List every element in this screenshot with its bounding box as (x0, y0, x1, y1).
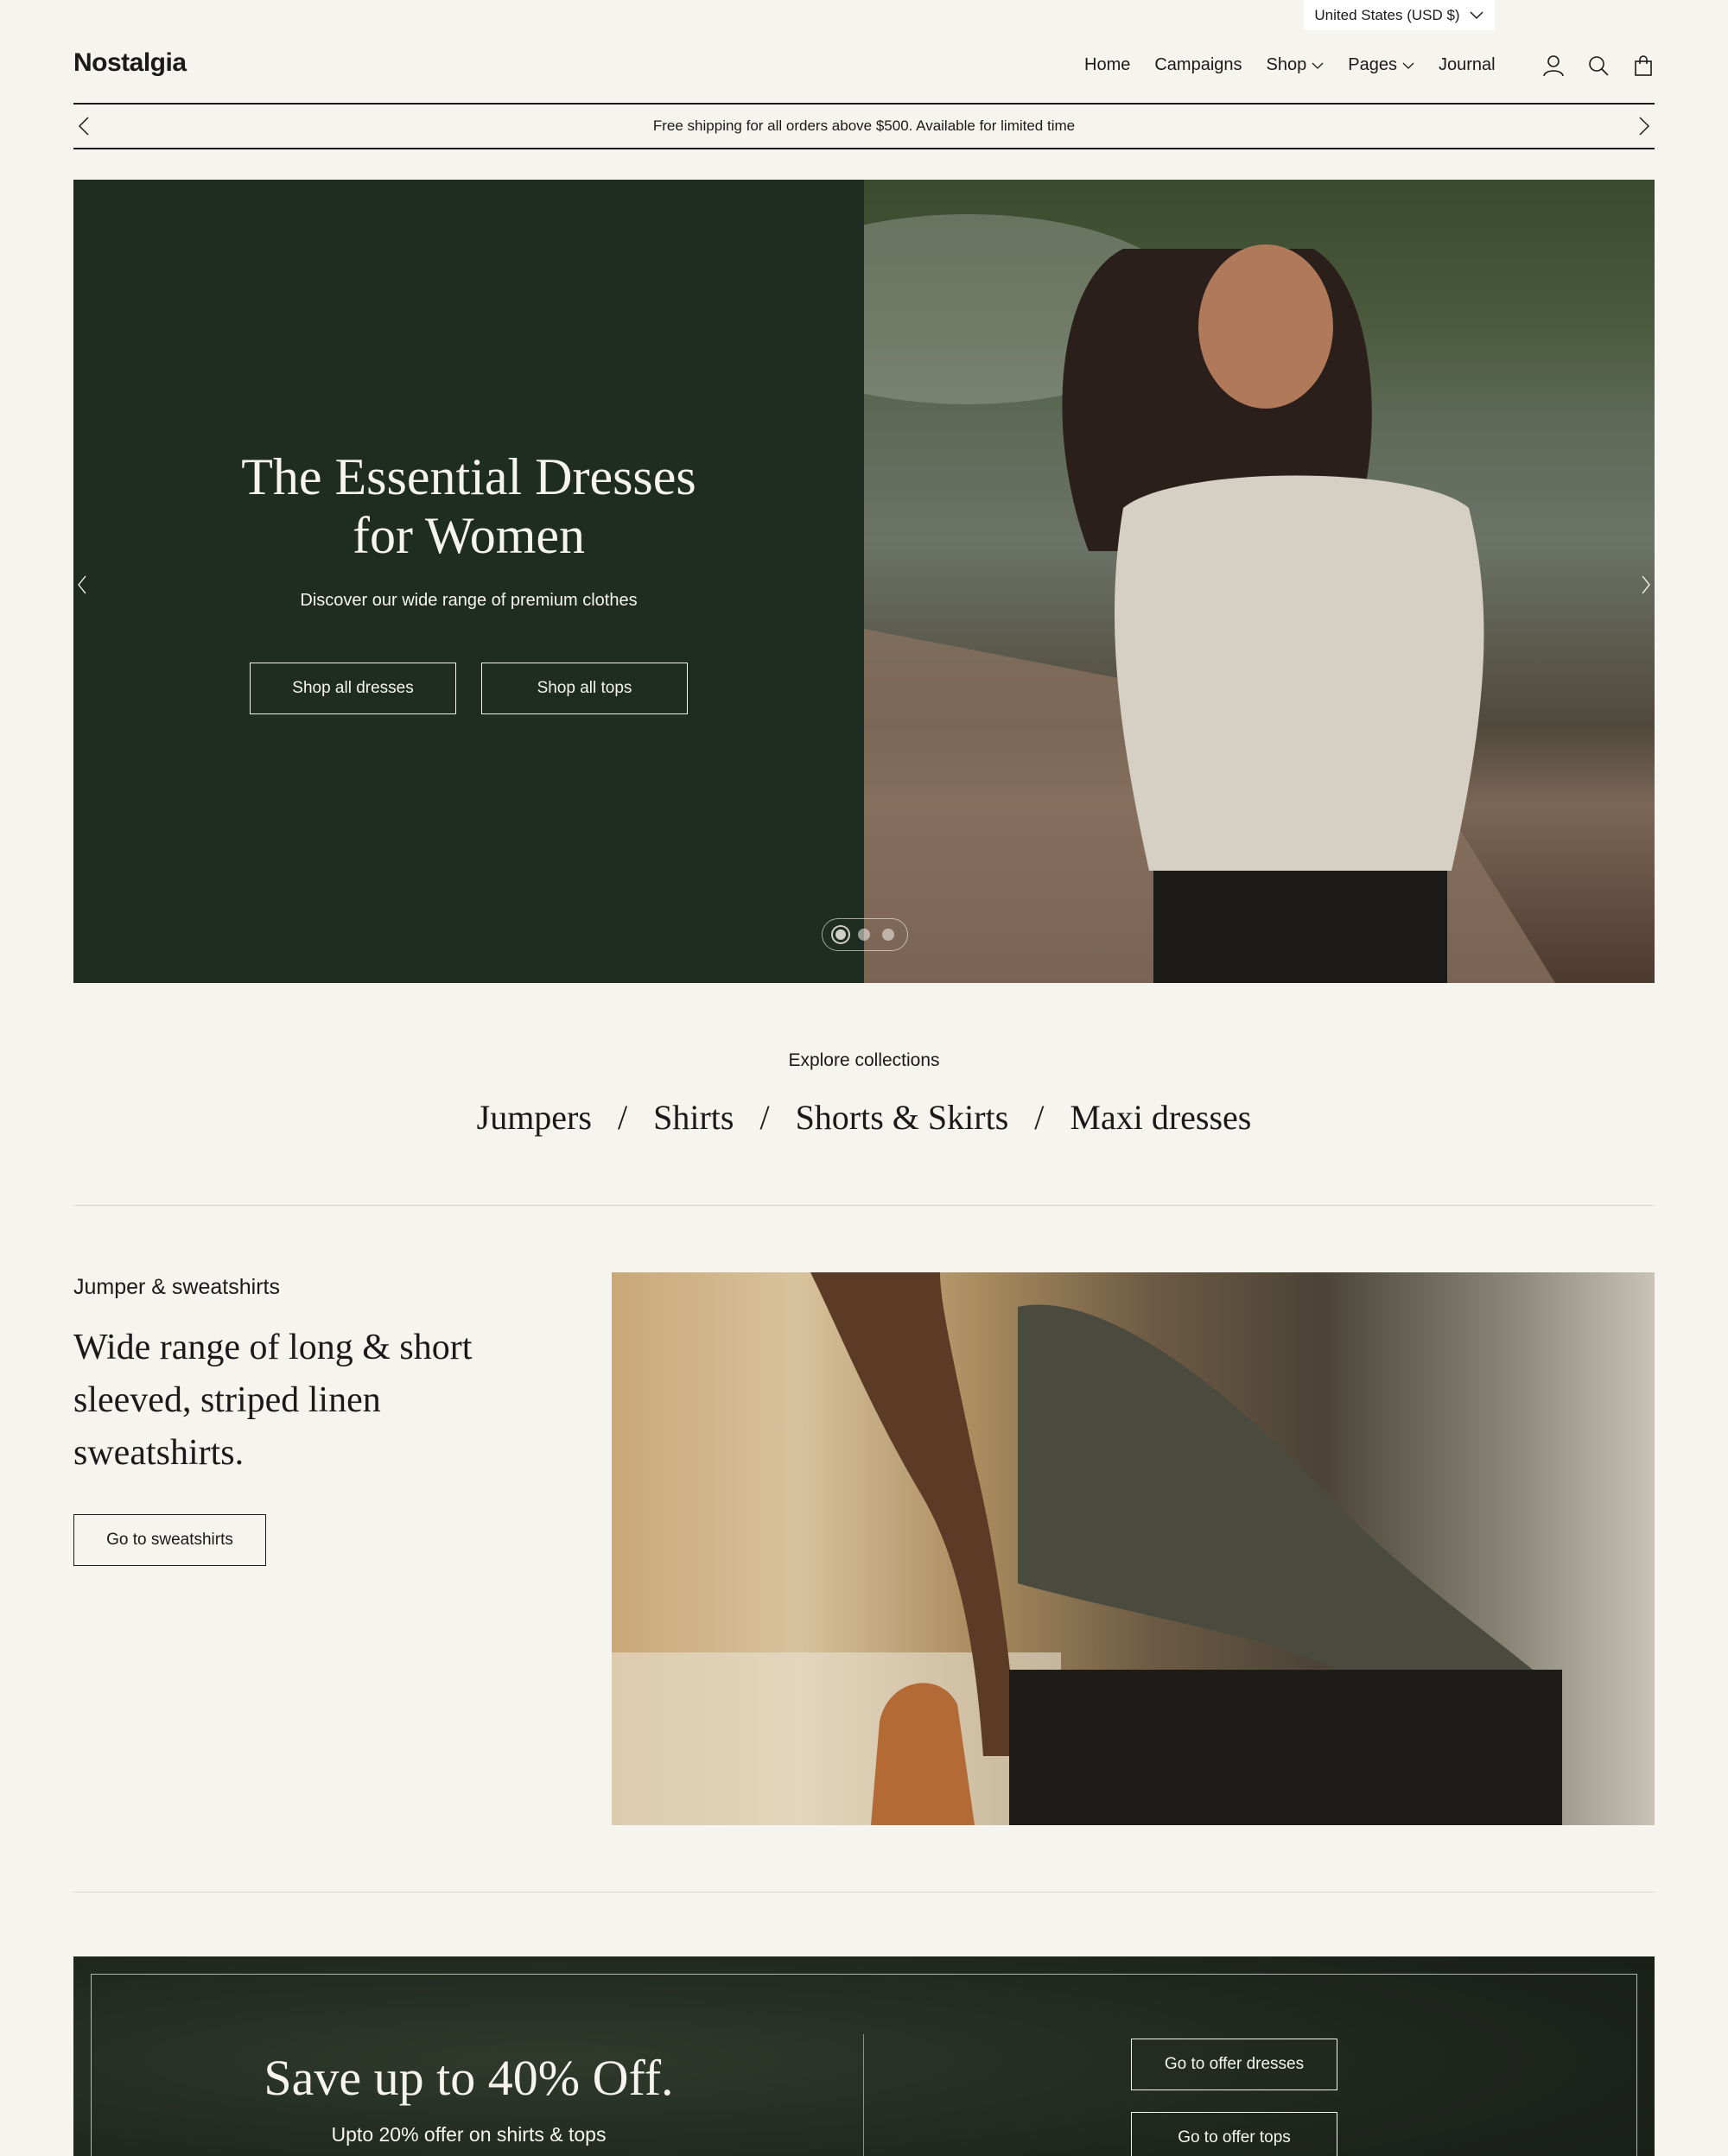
go-to-offer-tops-button[interactable]: Go to offer tops (1131, 2112, 1337, 2156)
nav-shop-label: Shop (1266, 55, 1307, 74)
nav-pages[interactable]: Pages (1348, 55, 1414, 75)
hero-buttons: Shop all dresses Shop all tops (250, 663, 688, 714)
hero-dot-1[interactable] (835, 929, 846, 940)
chevron-down-icon (1312, 55, 1324, 75)
collection-separator: / (617, 1098, 628, 1137)
search-icon[interactable] (1586, 54, 1610, 78)
nav-journal-label: Journal (1438, 55, 1496, 74)
hero-photo-woman-sweatshirt (864, 214, 1555, 983)
currency-label: United States (USD $) (1314, 6, 1460, 23)
hero-title-line2: for Women (352, 507, 585, 564)
hero-next-arrow-icon[interactable] (1637, 572, 1655, 598)
nav-pages-label: Pages (1348, 55, 1397, 74)
hero-title: The Essential Dresses for Women (241, 447, 696, 565)
offer-subtitle: Upto 20% offer on shirts & tops (331, 2123, 607, 2146)
chevron-down-icon (1402, 55, 1414, 75)
main-nav: Home Campaigns Shop Pages Journal (1084, 55, 1496, 75)
nav-journal[interactable]: Journal (1439, 55, 1496, 75)
collection-shorts-skirts[interactable]: Shorts & Skirts (796, 1097, 1009, 1138)
site-logo[interactable]: Nostalgia (73, 48, 187, 78)
nav-shop[interactable]: Shop (1267, 55, 1325, 75)
collection-shirts[interactable]: Shirts (653, 1097, 734, 1138)
cart-icon[interactable] (1631, 54, 1655, 78)
feature-kicker: Jumper & sweatshirts (73, 1275, 280, 1299)
chevron-down-icon (1469, 7, 1484, 24)
header-icons (1541, 54, 1655, 78)
hero-pagination (822, 918, 908, 951)
offer-title: Save up to 40% Off. (264, 2050, 674, 2106)
section-divider (73, 1205, 1655, 1206)
go-to-sweatshirts-button[interactable]: Go to sweatshirts (73, 1514, 266, 1566)
shop-all-tops-button[interactable]: Shop all tops (481, 663, 688, 714)
offer-banner: Save up to 40% Off. Upto 20% offer on sh… (73, 1956, 1655, 2156)
hero-title-line1: The Essential Dresses (241, 448, 696, 505)
announcement-text: Free shipping for all orders above $500.… (652, 117, 1076, 134)
feature-photo-woman-jumper (612, 1272, 1562, 1825)
hero-subtitle: Discover our wide range of premium cloth… (300, 591, 638, 610)
collection-separator: / (1034, 1098, 1045, 1137)
collection-separator: / (759, 1098, 770, 1137)
nav-home-label: Home (1084, 55, 1131, 74)
hero-dot-3[interactable] (882, 929, 894, 941)
account-icon[interactable] (1541, 54, 1566, 78)
feature-image (612, 1272, 1655, 1825)
collections-heading: Explore collections (788, 1050, 940, 1070)
nav-campaigns-label: Campaigns (1154, 55, 1242, 74)
hero-image (864, 180, 1655, 983)
hero-prev-arrow-icon[interactable] (73, 572, 91, 598)
collection-jumpers[interactable]: Jumpers (477, 1097, 592, 1138)
shop-all-dresses-button[interactable]: Shop all dresses (250, 663, 456, 714)
hero-slider: The Essential Dresses for Women Discover… (73, 180, 1655, 983)
currency-selector[interactable]: United States (USD $) (1304, 0, 1495, 30)
collection-maxi-dresses[interactable]: Maxi dresses (1070, 1097, 1251, 1138)
collections-list: Jumpers / Shirts / Shorts & Skirts / Max… (0, 1097, 1728, 1138)
announcement-next-arrow-icon[interactable] (1634, 116, 1655, 136)
hero-dot-2[interactable] (858, 929, 870, 941)
feature-title: Wide range of long & short sleeved, stri… (73, 1328, 473, 1473)
announcement-prev-arrow-icon[interactable] (73, 116, 94, 136)
nav-home[interactable]: Home (1084, 55, 1130, 75)
announcement-bar: Free shipping for all orders above $500.… (73, 103, 1655, 149)
hero-panel: The Essential Dresses for Women Discover… (73, 180, 864, 983)
nav-campaigns[interactable]: Campaigns (1154, 55, 1242, 75)
section-divider (73, 1892, 1655, 1893)
go-to-offer-dresses-button[interactable]: Go to offer dresses (1131, 2039, 1337, 2090)
